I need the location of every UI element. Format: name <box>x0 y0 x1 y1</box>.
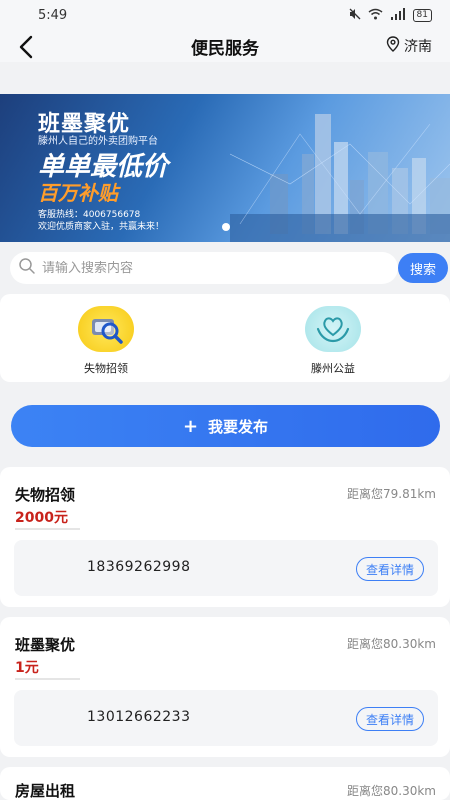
mute-icon <box>349 8 361 23</box>
banner-page-indicator <box>222 223 230 231</box>
category-lost-and-found[interactable]: 失物招领 <box>61 306 151 376</box>
listing-title: 失物招领 <box>15 486 76 504</box>
city-skyline-image <box>230 114 450 242</box>
view-details-button[interactable]: 查看详情 <box>355 557 424 581</box>
wallet-magnifier-icon <box>78 306 134 352</box>
category-label: 失物招领 <box>84 362 128 375</box>
listing-price: 2000元 <box>15 510 68 526</box>
listing-distance: 距离您79.81km <box>347 487 436 501</box>
listing-title: 班墨聚优 <box>15 636 76 654</box>
category-charity[interactable]: 滕州公益 <box>288 306 378 376</box>
banner-tagline: 滕州人自己的外卖团购平台 <box>38 136 158 147</box>
search-box <box>10 252 398 284</box>
battery-icon: 81 <box>412 8 432 22</box>
price-underline <box>15 678 80 680</box>
page-title: 便民服务 <box>191 38 259 59</box>
listing-title: 房屋出租 <box>15 782 76 800</box>
category-panel: 失物招领 滕州公益 <box>0 294 450 382</box>
listing-card[interactable]: 班墨聚优 距离您80.30km 1元 13012662233 查看详情 <box>0 617 450 757</box>
listing-card[interactable]: 房屋出租 距离您80.30km <box>0 767 450 800</box>
plus-icon: + <box>182 415 199 437</box>
publish-button[interactable]: + 我要发布 <box>11 405 440 447</box>
signal-icon <box>390 7 406 23</box>
search-bar: 搜索 <box>0 250 450 286</box>
location-label: 济南 <box>404 39 432 55</box>
status-bar: 5:49 81 <box>0 0 450 30</box>
listing-distance: 距离您80.30km <box>347 637 436 651</box>
wifi-icon <box>368 8 383 23</box>
listing-card[interactable]: 失物招领 距离您79.81km 2000元 18369262998 查看详情 <box>0 467 450 607</box>
location-pin-icon <box>386 36 400 56</box>
search-icon <box>18 257 36 279</box>
listing-distance: 距离您80.30km <box>347 784 436 798</box>
listing-phone: 13012662233 <box>87 709 191 725</box>
listing-phone: 18369262998 <box>87 559 191 575</box>
back-icon[interactable] <box>14 34 40 60</box>
heart-hands-icon <box>305 306 361 352</box>
location-selector[interactable]: 济南 <box>386 36 432 56</box>
view-details-button[interactable]: 查看详情 <box>355 707 424 731</box>
search-button[interactable]: 搜索 <box>398 253 448 283</box>
navigation-bar: 便民服务 济南 <box>0 30 450 62</box>
status-time: 5:49 <box>38 7 68 23</box>
listing-contact-box: 18369262998 查看详情 <box>14 540 438 596</box>
search-input[interactable] <box>42 260 362 276</box>
listing-contact-box: 13012662233 查看详情 <box>14 690 438 746</box>
listing-price: 1元 <box>15 660 39 676</box>
price-underline <box>15 528 80 530</box>
publish-label: 我要发布 <box>208 417 269 436</box>
category-label: 滕州公益 <box>311 362 355 375</box>
status-icons: 81 <box>349 7 432 23</box>
banner-subsidy: 百万补贴 <box>38 181 118 205</box>
promo-banner[interactable]: 班墨聚优 滕州人自己的外卖团购平台 单单最低价 百万补贴 客服热线：400675… <box>0 94 450 242</box>
banner-welcome: 欢迎优质商家入驻，共赢未来！ <box>38 222 165 232</box>
